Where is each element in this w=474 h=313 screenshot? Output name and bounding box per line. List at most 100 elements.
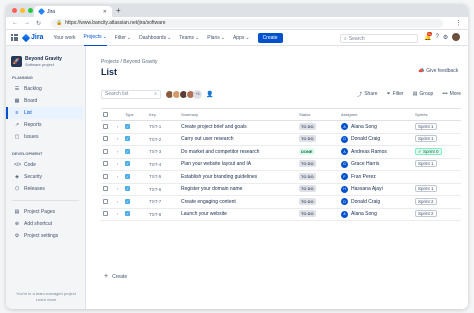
assignee-cell[interactable]: A Alana Song <box>339 208 413 221</box>
jira-logo[interactable]: Jira <box>21 33 43 42</box>
issue-summary[interactable]: Establish your branding guidelines <box>179 170 297 184</box>
assignee-cell[interactable]: H Hassana Ajayi <box>339 183 413 196</box>
table-row[interactable]: › ✓ TST-2 Carry out user research TO DO D Dona… <box>101 133 461 146</box>
issue-summary[interactable]: Create engaging content <box>179 195 297 209</box>
col-key[interactable]: Key <box>147 108 179 121</box>
sprint-tag[interactable]: ✓ Sprint 0 <box>415 147 442 155</box>
issue-key[interactable]: TST-4 <box>147 158 179 171</box>
issue-key[interactable]: TST-2 <box>147 133 179 146</box>
issue-summary[interactable]: Do market and competitor research <box>179 145 297 159</box>
assignee-cell[interactable]: A Andreas Ramos <box>339 145 413 159</box>
maximize-window-dot[interactable] <box>28 8 33 13</box>
reload-icon[interactable]: ↻ <box>36 20 41 27</box>
browser-menu-icon[interactable]: ⋮ <box>455 19 462 27</box>
share-button[interactable]: ⤴ Share <box>357 91 377 98</box>
learn-more-link[interactable]: Learn more <box>6 297 86 303</box>
row-checkbox[interactable] <box>103 211 108 217</box>
status-badge[interactable]: TO DO <box>299 197 316 205</box>
issue-key[interactable]: TST-3 <box>147 145 179 159</box>
table-row[interactable]: › ✓ TST-6 Register your domain name TO DO H Ha… <box>101 183 461 196</box>
assignee-cell[interactable]: A Alana Song <box>339 120 413 134</box>
nav-projects[interactable]: Projects ⌄ <box>83 30 107 46</box>
row-checkbox[interactable] <box>103 198 108 204</box>
url-field[interactable]: 🔒 https://www.bancity.atlassian.net/jira… <box>51 18 444 28</box>
issue-summary[interactable]: Carry out user research <box>179 133 297 146</box>
sidebar-item-security[interactable]: ◈ Security <box>6 171 83 183</box>
sprint-tag[interactable]: Sprint 1 <box>415 160 437 168</box>
chevron-right-icon[interactable]: › <box>117 149 118 154</box>
filter-button[interactable]: ⏷ Filter <box>387 91 404 98</box>
chevron-right-icon[interactable]: › <box>117 161 118 166</box>
nav-plans[interactable]: Plans ⌄ <box>207 30 225 46</box>
row-checkbox[interactable] <box>103 186 108 192</box>
project-header[interactable]: 🚀 Beyond Gravity Software project <box>6 46 85 67</box>
sprint-tag[interactable]: Sprint 1 <box>415 135 437 143</box>
group-button[interactable]: ▤ Group <box>413 91 434 98</box>
create-button[interactable]: Create <box>257 32 283 43</box>
issue-summary[interactable]: Register your domain name <box>179 183 297 196</box>
status-badge[interactable]: TO DO <box>299 122 316 130</box>
sidebar-item-reports[interactable]: ↗ Reports <box>6 119 83 131</box>
sidebar-item-board[interactable]: ▦ Board <box>6 95 83 107</box>
sidebar-item-add-shortcut[interactable]: ⊕ Add shortcut <box>6 218 83 230</box>
nav-teams[interactable]: Teams ⌄ <box>179 30 199 46</box>
table-row[interactable]: › ✓ TST-7 Create engaging content TO DO D Dona… <box>101 195 461 209</box>
chevron-right-icon[interactable]: › <box>117 136 118 141</box>
row-checkbox[interactable] <box>103 123 108 129</box>
app-switcher-icon[interactable] <box>11 34 18 41</box>
sidebar-item-project-settings[interactable]: ⚙ Project settings <box>6 230 83 242</box>
issue-key[interactable]: TST-8 <box>147 208 179 221</box>
table-row[interactable]: › ✓ TST-8 Launch your website TO DO A Alana So… <box>101 208 461 221</box>
user-avatar[interactable] <box>452 33 461 41</box>
chevron-right-icon[interactable]: › <box>117 211 118 216</box>
status-badge[interactable]: TO DO <box>299 185 316 193</box>
settings-icon[interactable]: ⚙ <box>443 34 448 41</box>
status-badge[interactable]: TO DO <box>299 160 316 168</box>
table-row[interactable]: › ✓ TST-1 Create project brief and goals TO … <box>101 120 461 134</box>
sidebar-item-code[interactable]: </> Code <box>6 159 83 171</box>
chevron-right-icon[interactable]: › <box>117 186 118 191</box>
table-row[interactable]: › ✓ TST-3 Do market and competitor research… <box>101 145 461 159</box>
nav-your-work[interactable]: Your work <box>53 30 75 46</box>
table-row[interactable]: › ✓ TST-4 Plan your website layout and IA TO… <box>101 158 461 171</box>
chevron-right-icon[interactable]: › <box>117 124 118 129</box>
sprint-tag[interactable]: Sprint 1 <box>415 185 437 193</box>
row-checkbox[interactable] <box>103 136 108 142</box>
chevron-right-icon[interactable]: › <box>117 199 118 204</box>
sidebar-item-project-pages[interactable]: ▤ Project Pages <box>6 206 83 218</box>
issue-summary[interactable]: Create project brief and goals <box>179 120 297 134</box>
col-status[interactable]: Status <box>297 108 339 121</box>
sprint-tag[interactable]: Sprint 2 <box>415 197 437 205</box>
nav-filter[interactable]: Filter ⌄ <box>115 30 131 46</box>
col-summary[interactable]: Summary <box>179 108 297 121</box>
assignee-cell[interactable]: G Grace Harris <box>339 158 413 171</box>
create-issue-row[interactable]: + Create <box>104 273 127 280</box>
row-checkbox[interactable] <box>103 148 108 154</box>
nav-dashboards[interactable]: Dashboards ⌄ <box>139 30 171 46</box>
breadcrumb[interactable]: Projects / Beyond Gravity <box>101 59 157 65</box>
select-all-checkbox[interactable] <box>103 112 108 118</box>
status-badge[interactable]: TO DO <box>299 135 316 143</box>
give-feedback-button[interactable]: 📣 Give feedback <box>418 68 458 74</box>
col-type[interactable]: Type <box>123 108 147 121</box>
sidebar-item-backlog[interactable]: ☰ Backlog <box>6 83 83 95</box>
minimize-window-dot[interactable] <box>20 8 25 13</box>
row-checkbox[interactable] <box>103 161 108 167</box>
close-tab-icon[interactable]: ✕ <box>103 9 107 15</box>
status-badge[interactable]: TO DO <box>299 172 316 180</box>
row-checkbox[interactable] <box>103 173 108 179</box>
issue-key[interactable]: TST-7 <box>147 195 179 209</box>
add-people-icon[interactable]: 👤 <box>206 91 213 98</box>
back-icon[interactable]: ← <box>12 20 18 26</box>
sidebar-item-list[interactable]: ≡ List <box>6 107 83 119</box>
issue-key[interactable]: TST-1 <box>147 120 179 134</box>
global-search-input[interactable]: ⌕ Search <box>340 34 418 43</box>
status-badge[interactable]: DONE <box>299 147 315 155</box>
assignee-cell[interactable]: D Donald Craig <box>339 195 413 209</box>
assignee-cell[interactable]: D Donald Craig <box>339 133 413 146</box>
sidebar-item-releases[interactable]: ⬡ Releases <box>6 183 83 195</box>
list-search-input[interactable]: Search list ⌕ <box>101 89 161 99</box>
col-sprints[interactable]: Sprints <box>413 108 461 121</box>
col-assignee[interactable]: Assignee <box>339 108 413 121</box>
browser-tab[interactable]: Jira ✕ <box>34 6 112 17</box>
